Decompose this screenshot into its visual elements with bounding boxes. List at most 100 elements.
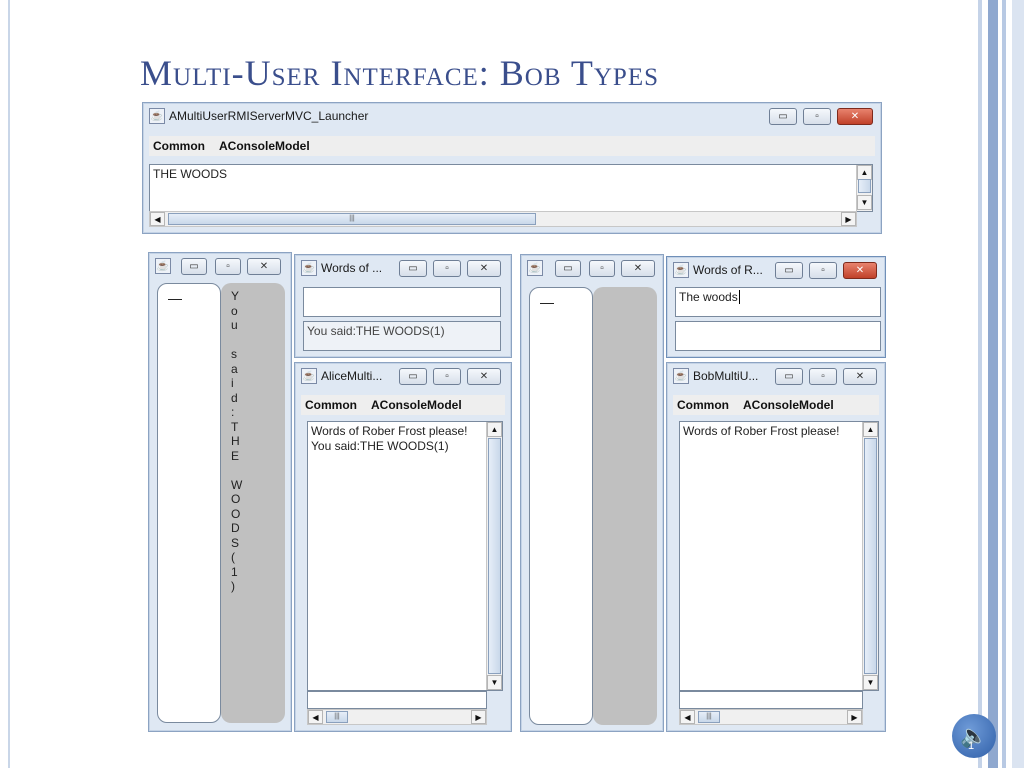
close-button[interactable]: ✕	[467, 368, 501, 385]
scroll-right-arrow-icon[interactable]: ▶	[471, 710, 486, 724]
launcher-menubar: Common AConsoleModel	[149, 136, 875, 156]
scroll-left-arrow-icon[interactable]: ◀	[150, 212, 165, 226]
scroll-right-arrow-icon[interactable]: ▶	[847, 710, 862, 724]
scroll-down-arrow-icon[interactable]: ▼	[857, 195, 872, 210]
bob-words-title: Words of R...	[693, 263, 763, 277]
alice-words-input[interactable]	[303, 287, 501, 317]
close-icon: ✕	[855, 371, 865, 382]
minimize-button[interactable]: ▭	[181, 258, 207, 275]
slide-title: Multi-User Interface: Bob Types	[140, 53, 659, 93]
hscroll-thumb[interactable]: |||	[698, 711, 720, 723]
launcher-hscroll[interactable]: ◀ ||| ▶	[149, 211, 857, 227]
java-cup-icon: ☕	[301, 260, 317, 276]
maximize-button[interactable]: ▫	[809, 368, 837, 385]
minimize-button[interactable]: ▭	[775, 262, 803, 279]
slide-right-bar-2	[988, 0, 998, 768]
bob-console-title: BobMultiU...	[693, 369, 759, 383]
maximize-button[interactable]: ▫	[215, 258, 241, 275]
bob-words-output	[675, 321, 881, 351]
close-button[interactable]: ✕	[247, 258, 281, 275]
minimize-icon: ▭	[189, 261, 199, 272]
minimize-icon: ▭	[408, 263, 418, 274]
alice-console-vscroll[interactable]: ▲ ▼	[486, 422, 502, 690]
minimize-button[interactable]: ▭	[769, 108, 797, 125]
maximize-button[interactable]: ▫	[809, 262, 837, 279]
alice-words-title: Words of ...	[321, 261, 383, 275]
maximize-button[interactable]: ▫	[589, 260, 615, 277]
close-button[interactable]: ✕	[621, 260, 655, 277]
console-line: You said:THE WOODS(1)	[311, 439, 449, 453]
maximize-button[interactable]: ▫	[433, 368, 461, 385]
minimize-icon: ▭	[778, 111, 788, 122]
maximize-icon: ▫	[600, 263, 604, 274]
bob-console-vscroll[interactable]: ▲ ▼	[862, 422, 878, 690]
java-cup-icon: ☕	[673, 262, 689, 278]
alice-console-input[interactable]	[307, 691, 487, 709]
slide-right-bar-1	[978, 0, 982, 768]
java-cup-icon: ☕	[301, 368, 317, 384]
maximize-icon: ▫	[815, 111, 819, 122]
maximize-button[interactable]: ▫	[433, 260, 461, 277]
scroll-left-arrow-icon[interactable]: ◀	[308, 710, 323, 724]
scroll-up-arrow-icon[interactable]: ▲	[487, 422, 502, 437]
scroll-left-arrow-icon[interactable]: ◀	[680, 710, 695, 724]
bob-left-panel[interactable]: —	[529, 287, 593, 725]
scroll-thumb[interactable]	[858, 179, 871, 193]
minimize-icon: ▭	[408, 371, 418, 382]
close-button[interactable]: ✕	[467, 260, 501, 277]
menu-common[interactable]: Common	[305, 398, 357, 412]
close-button[interactable]: ✕	[843, 368, 877, 385]
minimize-button[interactable]: ▭	[775, 368, 803, 385]
alice-words-output: You said:THE WOODS(1)	[303, 321, 501, 351]
launcher-vscroll[interactable]: ▲ ▼	[856, 165, 872, 211]
bob-console-hscroll[interactable]: ◀ ||| ▶	[679, 709, 863, 725]
alice-vertical-text: Y o u s a i d : T H E W O O D S ( 1 )	[231, 289, 243, 593]
minimize-button[interactable]: ▭	[399, 260, 427, 277]
close-button[interactable]: ✕	[837, 108, 873, 125]
console-line: Words of Rober Frost please!	[311, 424, 468, 438]
scroll-thumb[interactable]	[488, 438, 501, 674]
scroll-right-arrow-icon[interactable]: ▶	[841, 212, 856, 226]
alice-console-area[interactable]: Words of Rober Frost please! You said:TH…	[307, 421, 503, 691]
hscroll-thumb[interactable]: |||	[326, 711, 348, 723]
menu-aconsolemodel[interactable]: AConsoleModel	[219, 139, 310, 153]
alice-dash: —	[168, 290, 182, 306]
launcher-console-text: THE WOODS	[153, 167, 227, 181]
slide-right-bar-4	[1012, 0, 1024, 768]
close-button[interactable]: ✕	[843, 262, 877, 279]
launcher-title: AMultiUserRMIServerMVC_Launcher	[169, 109, 369, 123]
hscroll-thumb[interactable]: |||	[168, 213, 536, 225]
minimize-icon: ▭	[784, 371, 794, 382]
menu-common[interactable]: Common	[153, 139, 205, 153]
scroll-up-arrow-icon[interactable]: ▲	[857, 165, 872, 180]
minimize-button[interactable]: ▭	[399, 368, 427, 385]
maximize-icon: ▫	[445, 263, 449, 274]
slide-left-border	[8, 0, 10, 768]
launcher-console-area[interactable]: THE WOODS ▲ ▼	[149, 164, 873, 212]
alice-vertical-window: ☕ ▭ ▫ ✕ — Y o u s a i d : T H E W O O D …	[148, 252, 292, 732]
alice-console-hscroll[interactable]: ◀ ||| ▶	[307, 709, 487, 725]
bob-console-window: ☕ BobMultiU... ▭ ▫ ✕ Common AConsoleMode…	[666, 362, 886, 732]
java-cup-icon: ☕	[673, 368, 689, 384]
launcher-window: ☕ AMultiUserRMIServerMVC_Launcher ▭ ▫ ✕ …	[142, 102, 882, 234]
alice-left-panel[interactable]: —	[157, 283, 221, 723]
menu-aconsolemodel[interactable]: AConsoleModel	[371, 398, 462, 412]
scroll-up-arrow-icon[interactable]: ▲	[863, 422, 878, 437]
close-icon: ✕	[479, 371, 489, 382]
menu-common[interactable]: Common	[677, 398, 729, 412]
close-icon: ✕	[855, 265, 865, 276]
close-icon: ✕	[259, 261, 269, 272]
alice-words-output-text: You said:THE WOODS(1)	[307, 324, 445, 338]
bob-console-menubar: Common AConsoleModel	[673, 395, 879, 415]
bob-console-input[interactable]	[679, 691, 863, 709]
scroll-down-arrow-icon[interactable]: ▼	[487, 675, 502, 690]
scroll-thumb[interactable]	[864, 438, 877, 674]
bob-console-area[interactable]: Words of Rober Frost please! ▲ ▼	[679, 421, 879, 691]
maximize-button[interactable]: ▫	[803, 108, 831, 125]
java-cup-icon: ☕	[155, 258, 171, 274]
bob-words-input[interactable]: The woods	[675, 287, 881, 317]
console-line: Words of Rober Frost please!	[683, 424, 840, 438]
scroll-down-arrow-icon[interactable]: ▼	[863, 675, 878, 690]
menu-aconsolemodel[interactable]: AConsoleModel	[743, 398, 834, 412]
minimize-button[interactable]: ▭	[555, 260, 581, 277]
